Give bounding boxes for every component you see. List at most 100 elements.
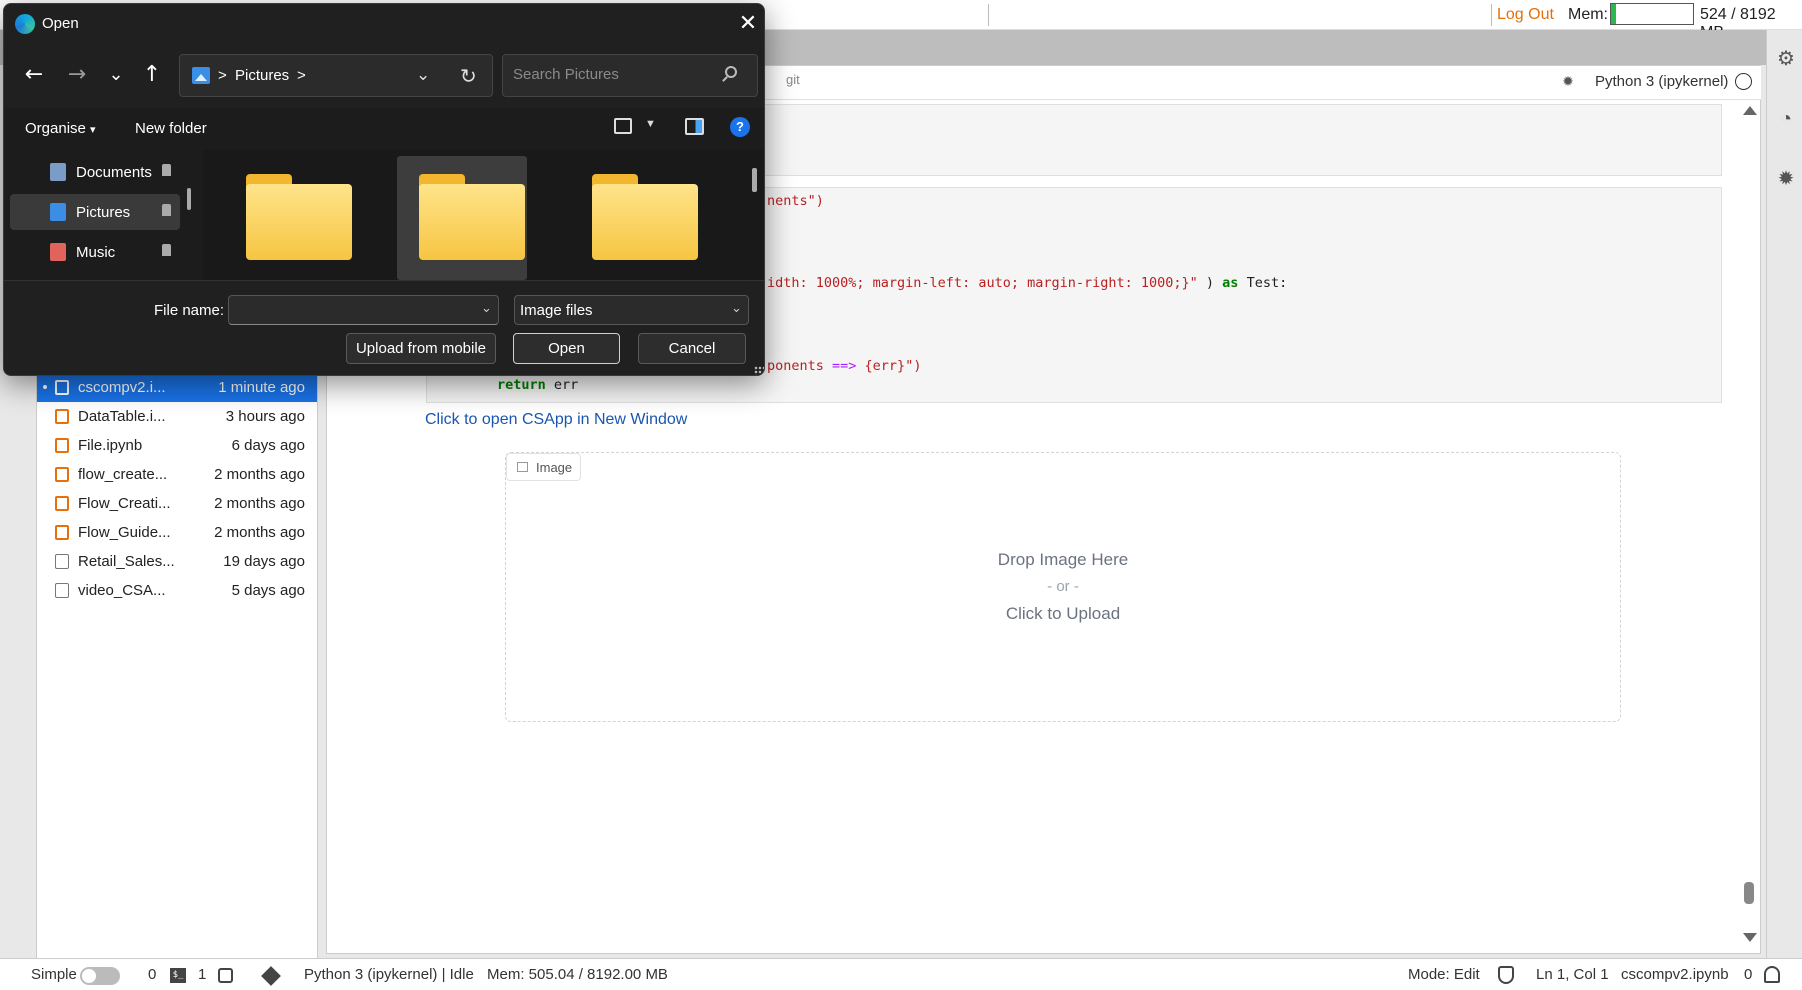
file-name-input[interactable]	[237, 302, 467, 319]
navigation-pane: Documents Pictures Music	[4, 150, 200, 280]
file-list-item[interactable]: flow_create... 2 months ago	[37, 460, 317, 489]
git-label[interactable]: git	[786, 72, 800, 87]
image-label-text: Image	[536, 459, 573, 475]
scroll-up-arrow[interactable]	[1743, 106, 1757, 115]
nav-item-label: Documents	[76, 163, 152, 181]
search-icon[interactable]	[725, 66, 737, 78]
scroll-down-arrow[interactable]	[1743, 933, 1757, 942]
logout-link[interactable]: Log Out	[1497, 6, 1554, 24]
chevron-down-icon[interactable]: ⌄	[481, 301, 492, 316]
folder-icon	[592, 184, 698, 260]
scroll-thumb[interactable]	[1744, 882, 1754, 904]
cursor-position[interactable]: Ln 1, Col 1	[1536, 966, 1609, 983]
cancel-button[interactable]: Cancel	[638, 333, 746, 364]
resize-grip-icon[interactable]	[754, 366, 764, 375]
upload-from-mobile-button[interactable]: Upload from mobile	[346, 333, 496, 364]
folder-item[interactable]	[570, 156, 700, 280]
nav-item-music[interactable]: Music	[10, 234, 180, 270]
nav-item-documents[interactable]: Documents	[10, 154, 180, 190]
git-icon[interactable]	[261, 966, 281, 986]
folder-icon	[246, 184, 352, 260]
code-line: nents")	[767, 193, 824, 209]
folder-item[interactable]	[224, 156, 354, 280]
kernel-status[interactable]: Python 3 (ipykernel) | Idle	[304, 966, 474, 983]
address-bar[interactable]: > Pictures > ⌄ ↻	[179, 54, 493, 97]
view-icon[interactable]	[614, 118, 632, 134]
open-file-dialog: Open ✕ ← → ⌄ ↑ > Pictures > ⌄ ↻ Organise…	[3, 3, 765, 376]
mode-indicator: Mode: Edit	[1408, 966, 1480, 983]
pin-icon[interactable]	[162, 204, 171, 216]
notebook-icon	[55, 380, 69, 395]
property-inspector-icon[interactable]: ⚙	[1775, 48, 1797, 70]
view-dropdown-icon[interactable]: ▼	[645, 118, 656, 130]
refresh-icon[interactable]: ↻	[460, 64, 477, 88]
dialog-title: Open	[42, 15, 79, 32]
notebook-icon	[55, 496, 69, 511]
shield-icon[interactable]	[1498, 966, 1514, 984]
organise-menu[interactable]: Organise ▾	[25, 120, 96, 137]
file-type-select[interactable]: Image files ⌄	[514, 295, 749, 325]
chevron-down-icon: ⌄	[731, 301, 742, 316]
file-list-item[interactable]: Flow_Creati... 2 months ago	[37, 489, 317, 518]
music-icon	[50, 243, 66, 261]
organise-label: Organise	[25, 120, 86, 137]
open-button[interactable]: Open	[513, 333, 620, 364]
code-line: ponents ==> {err}")	[767, 358, 922, 374]
nav-scrollbar[interactable]	[187, 188, 191, 210]
file-list-item[interactable]: Flow_Guide... 2 months ago	[37, 518, 317, 547]
debug-icon[interactable]: ✹	[1560, 73, 1576, 89]
or-text: - or -	[1047, 578, 1079, 595]
file-list-item[interactable]: Retail_Sales... 19 days ago	[37, 547, 317, 576]
nav-item-pictures[interactable]: Pictures	[10, 194, 180, 230]
file-list-item[interactable]: File.ipynb 6 days ago	[37, 431, 317, 460]
bell-icon[interactable]	[1764, 966, 1780, 983]
file-icon	[55, 554, 69, 569]
search-box[interactable]	[502, 54, 758, 97]
new-folder-button[interactable]: New folder	[135, 120, 207, 137]
path-segment-pictures[interactable]: Pictures	[235, 67, 289, 84]
pictures-icon	[50, 203, 66, 221]
code-line: return err	[497, 377, 579, 393]
open-csapp-link[interactable]: Click to open CSApp in New Window	[425, 411, 687, 429]
gauge-icon[interactable]: ◔	[1775, 108, 1797, 130]
file-name: DataTable.i...	[78, 408, 166, 425]
path-separator[interactable]: >	[297, 67, 306, 84]
pin-icon[interactable]	[162, 244, 171, 256]
file-list-item[interactable]: cscompv2.i... 1 minute ago	[37, 373, 317, 402]
notebook-scrollbar[interactable]	[1740, 104, 1760, 942]
nav-item-label: Pictures	[76, 203, 131, 221]
file-name-combobox[interactable]: ⌄	[228, 295, 499, 325]
close-icon[interactable]: ✕	[734, 10, 762, 38]
simple-mode-label: Simple	[31, 966, 77, 983]
help-icon[interactable]: ?	[730, 117, 750, 137]
memory-label: Mem:	[1568, 6, 1608, 23]
file-pane-scrollbar[interactable]	[752, 168, 757, 192]
terminal-icon[interactable]: $_	[170, 968, 186, 983]
preview-pane-icon[interactable]	[685, 118, 704, 135]
notebook-icon	[55, 409, 69, 424]
simple-mode-toggle[interactable]	[80, 967, 120, 985]
kernel-name[interactable]: Python 3 (ipykernel)	[1595, 73, 1728, 90]
file-name: Flow_Creati...	[78, 495, 171, 512]
status-bar: Simple 0 $_ 1 Python 3 (ipykernel) | Idl…	[0, 958, 1802, 990]
kernel-icon[interactable]	[218, 968, 233, 983]
file-name: Flow_Guide...	[78, 524, 171, 541]
chevron-down-icon[interactable]: ⌄	[416, 65, 430, 85]
pin-icon[interactable]	[162, 164, 171, 176]
file-list-item[interactable]: video_CSA... 5 days ago	[37, 576, 317, 605]
chevron-down-icon: ▾	[90, 124, 96, 136]
file-name: video_CSA...	[78, 582, 166, 599]
folder-item[interactable]	[397, 156, 527, 280]
file-list-item[interactable]: DataTable.i... 3 hours ago	[37, 402, 317, 431]
recent-locations-icon[interactable]: ⌄	[101, 60, 131, 90]
forward-arrow-icon[interactable]: →	[62, 60, 92, 90]
search-input[interactable]	[513, 66, 713, 83]
file-modified-time: 5 days ago	[231, 582, 305, 599]
divider	[988, 4, 989, 26]
debugger-icon[interactable]: ✹	[1775, 168, 1797, 190]
memory-usage-bar	[1610, 3, 1694, 25]
up-arrow-icon[interactable]: ↑	[137, 60, 167, 90]
file-name: File.ipynb	[78, 437, 143, 454]
back-arrow-icon[interactable]: ←	[19, 60, 49, 90]
click-to-upload-text[interactable]: Click to Upload	[505, 604, 1621, 624]
